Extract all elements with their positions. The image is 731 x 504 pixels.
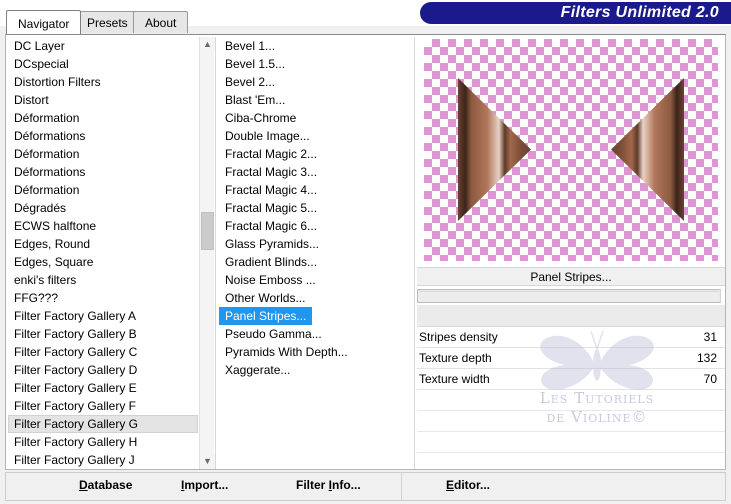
filter-list-item[interactable]: Xaggerate... xyxy=(219,361,409,379)
category-list-item[interactable]: Edges, Round xyxy=(8,235,198,253)
category-list-item[interactable]: Déformation xyxy=(8,181,198,199)
parameter-row-empty xyxy=(417,390,725,411)
parameter-table: Stripes density 31 Texture depth 132 Texture… xyxy=(417,305,725,474)
app-title-banner: Filters Unlimited 2.0 xyxy=(420,2,731,24)
filter-info-button[interactable]: Filter Info... xyxy=(296,478,361,492)
editor-button[interactable]: Editor... xyxy=(446,478,490,492)
parameter-slider-track[interactable] xyxy=(417,289,721,303)
category-list-item[interactable]: Déformation xyxy=(8,145,198,163)
parameter-row-empty xyxy=(417,411,725,432)
filter-effect-list[interactable]: Bevel 1... Bevel 1.5... Bevel 2... Blast 'E… xyxy=(219,37,409,469)
right-column: Panel Stripes... Stripes density 31 Textur… xyxy=(417,37,725,474)
category-list-item[interactable]: Dégradés xyxy=(8,199,198,217)
filter-list-item[interactable]: Fractal Magic 3... xyxy=(219,163,409,181)
filter-list-item-selected[interactable]: Panel Stripes... xyxy=(219,307,313,325)
filter-list-item[interactable]: Fractal Magic 5... xyxy=(219,199,409,217)
filter-list-item[interactable]: Pseudo Gamma... xyxy=(219,325,409,343)
selected-filter-title: Panel Stripes... xyxy=(417,267,725,286)
scrollbar-thumb[interactable] xyxy=(201,212,214,250)
import-button[interactable]: Import... xyxy=(181,478,228,492)
category-list-item[interactable]: Filter Factory Gallery A xyxy=(8,307,198,325)
category-list-item[interactable]: Distortion Filters xyxy=(8,73,198,91)
filters-unlimited-window: Filters Unlimited 2.0 Navigator Presets … xyxy=(0,0,731,504)
filter-category-list[interactable]: DC Layer DCspecial Distortion Filters Disto… xyxy=(8,37,198,469)
filter-list-item[interactable]: Noise Emboss ... xyxy=(219,271,409,289)
category-list-item[interactable]: Filter Factory Gallery D xyxy=(8,361,198,379)
category-list-item[interactable]: Edges, Square xyxy=(8,253,198,271)
parameter-row[interactable]: Stripes density 31 xyxy=(417,327,725,348)
scroll-down-icon[interactable]: ▼ xyxy=(200,454,215,469)
category-list-item[interactable]: Distort xyxy=(8,91,198,109)
parameter-row-empty xyxy=(417,432,725,453)
filter-list-item[interactable]: Pyramids With Depth... xyxy=(219,343,409,361)
category-list-item[interactable]: Déformation xyxy=(8,109,198,127)
filter-list-item[interactable]: Bevel 2... xyxy=(219,73,409,91)
toolbar-divider xyxy=(401,473,402,500)
category-list-item[interactable]: Filter Factory Gallery E xyxy=(8,379,198,397)
filter-list-item[interactable]: Blast 'Em... xyxy=(219,91,409,109)
filter-list-item[interactable]: Bevel 1... xyxy=(219,37,409,55)
category-list-item[interactable]: DC Layer xyxy=(8,37,198,55)
category-list-item[interactable]: Filter Factory Gallery B xyxy=(8,325,198,343)
parameter-label: Texture width xyxy=(419,372,490,386)
category-list-item[interactable]: Filter Factory Gallery G xyxy=(8,415,198,433)
database-button[interactable]: Database xyxy=(79,478,132,492)
filter-list-item[interactable]: Fractal Magic 6... xyxy=(219,217,409,235)
parameter-value[interactable]: 31 xyxy=(704,327,717,348)
filter-list-item[interactable]: Ciba-Chrome xyxy=(219,109,409,127)
filter-list-item[interactable]: Fractal Magic 2... xyxy=(219,145,409,163)
list-divider-2 xyxy=(414,37,415,469)
parameter-row[interactable]: Texture width 70 xyxy=(417,369,725,390)
main-panel: DC Layer DCspecial Distortion Filters Disto… xyxy=(5,34,726,474)
scroll-up-icon[interactable]: ▲ xyxy=(200,37,215,52)
tab-presets[interactable]: Presets xyxy=(75,11,140,33)
category-list-item[interactable]: Déformations xyxy=(8,163,198,181)
category-list-item[interactable]: ECWS halftone xyxy=(8,217,198,235)
parameter-row[interactable]: Texture depth 132 xyxy=(417,348,725,369)
filter-list-item[interactable]: Glass Pyramids... xyxy=(219,235,409,253)
filter-list-item[interactable]: Gradient Blinds... xyxy=(219,253,409,271)
parameter-slider-thumb[interactable] xyxy=(419,291,719,301)
category-list-item[interactable]: enki's filters xyxy=(8,271,198,289)
preview-triangle-left xyxy=(458,78,531,221)
filter-preview[interactable] xyxy=(424,39,718,261)
category-list-item[interactable]: Filter Factory Gallery F xyxy=(8,397,198,415)
filter-list-item[interactable]: Double Image... xyxy=(219,127,409,145)
app-title: Filters Unlimited 2.0 xyxy=(560,4,719,21)
parameter-label: Stripes density xyxy=(419,330,498,344)
category-list-scrollbar[interactable]: ▲ ▼ xyxy=(199,37,215,469)
parameter-row-empty xyxy=(417,453,725,474)
parameter-table-spacer xyxy=(417,305,725,327)
list-divider-1 xyxy=(215,37,216,469)
parameter-value[interactable]: 132 xyxy=(697,348,717,369)
category-list-item[interactable]: DCspecial xyxy=(8,55,198,73)
filter-list-item[interactable]: Bevel 1.5... xyxy=(219,55,409,73)
category-list-item[interactable]: Filter Factory Gallery H xyxy=(8,433,198,451)
filter-list-item[interactable]: Other Worlds... xyxy=(219,289,409,307)
category-list-item[interactable]: Filter Factory Gallery J xyxy=(8,451,198,469)
filter-list-item[interactable]: Fractal Magic 4... xyxy=(219,181,409,199)
category-list-item[interactable]: Filter Factory Gallery C xyxy=(8,343,198,361)
category-list-item[interactable]: FFG??? xyxy=(8,289,198,307)
tab-navigator[interactable]: Navigator xyxy=(6,10,82,34)
parameter-value[interactable]: 70 xyxy=(704,369,717,390)
bottom-toolbar: Database Import... Filter Info... Editor… xyxy=(5,472,726,501)
parameter-label: Texture depth xyxy=(419,351,492,365)
tab-about[interactable]: About xyxy=(133,11,189,33)
category-list-item[interactable]: Déformations xyxy=(8,127,198,145)
tabstrip: Navigator Presets About xyxy=(0,10,420,35)
preview-triangle-right xyxy=(611,78,684,221)
